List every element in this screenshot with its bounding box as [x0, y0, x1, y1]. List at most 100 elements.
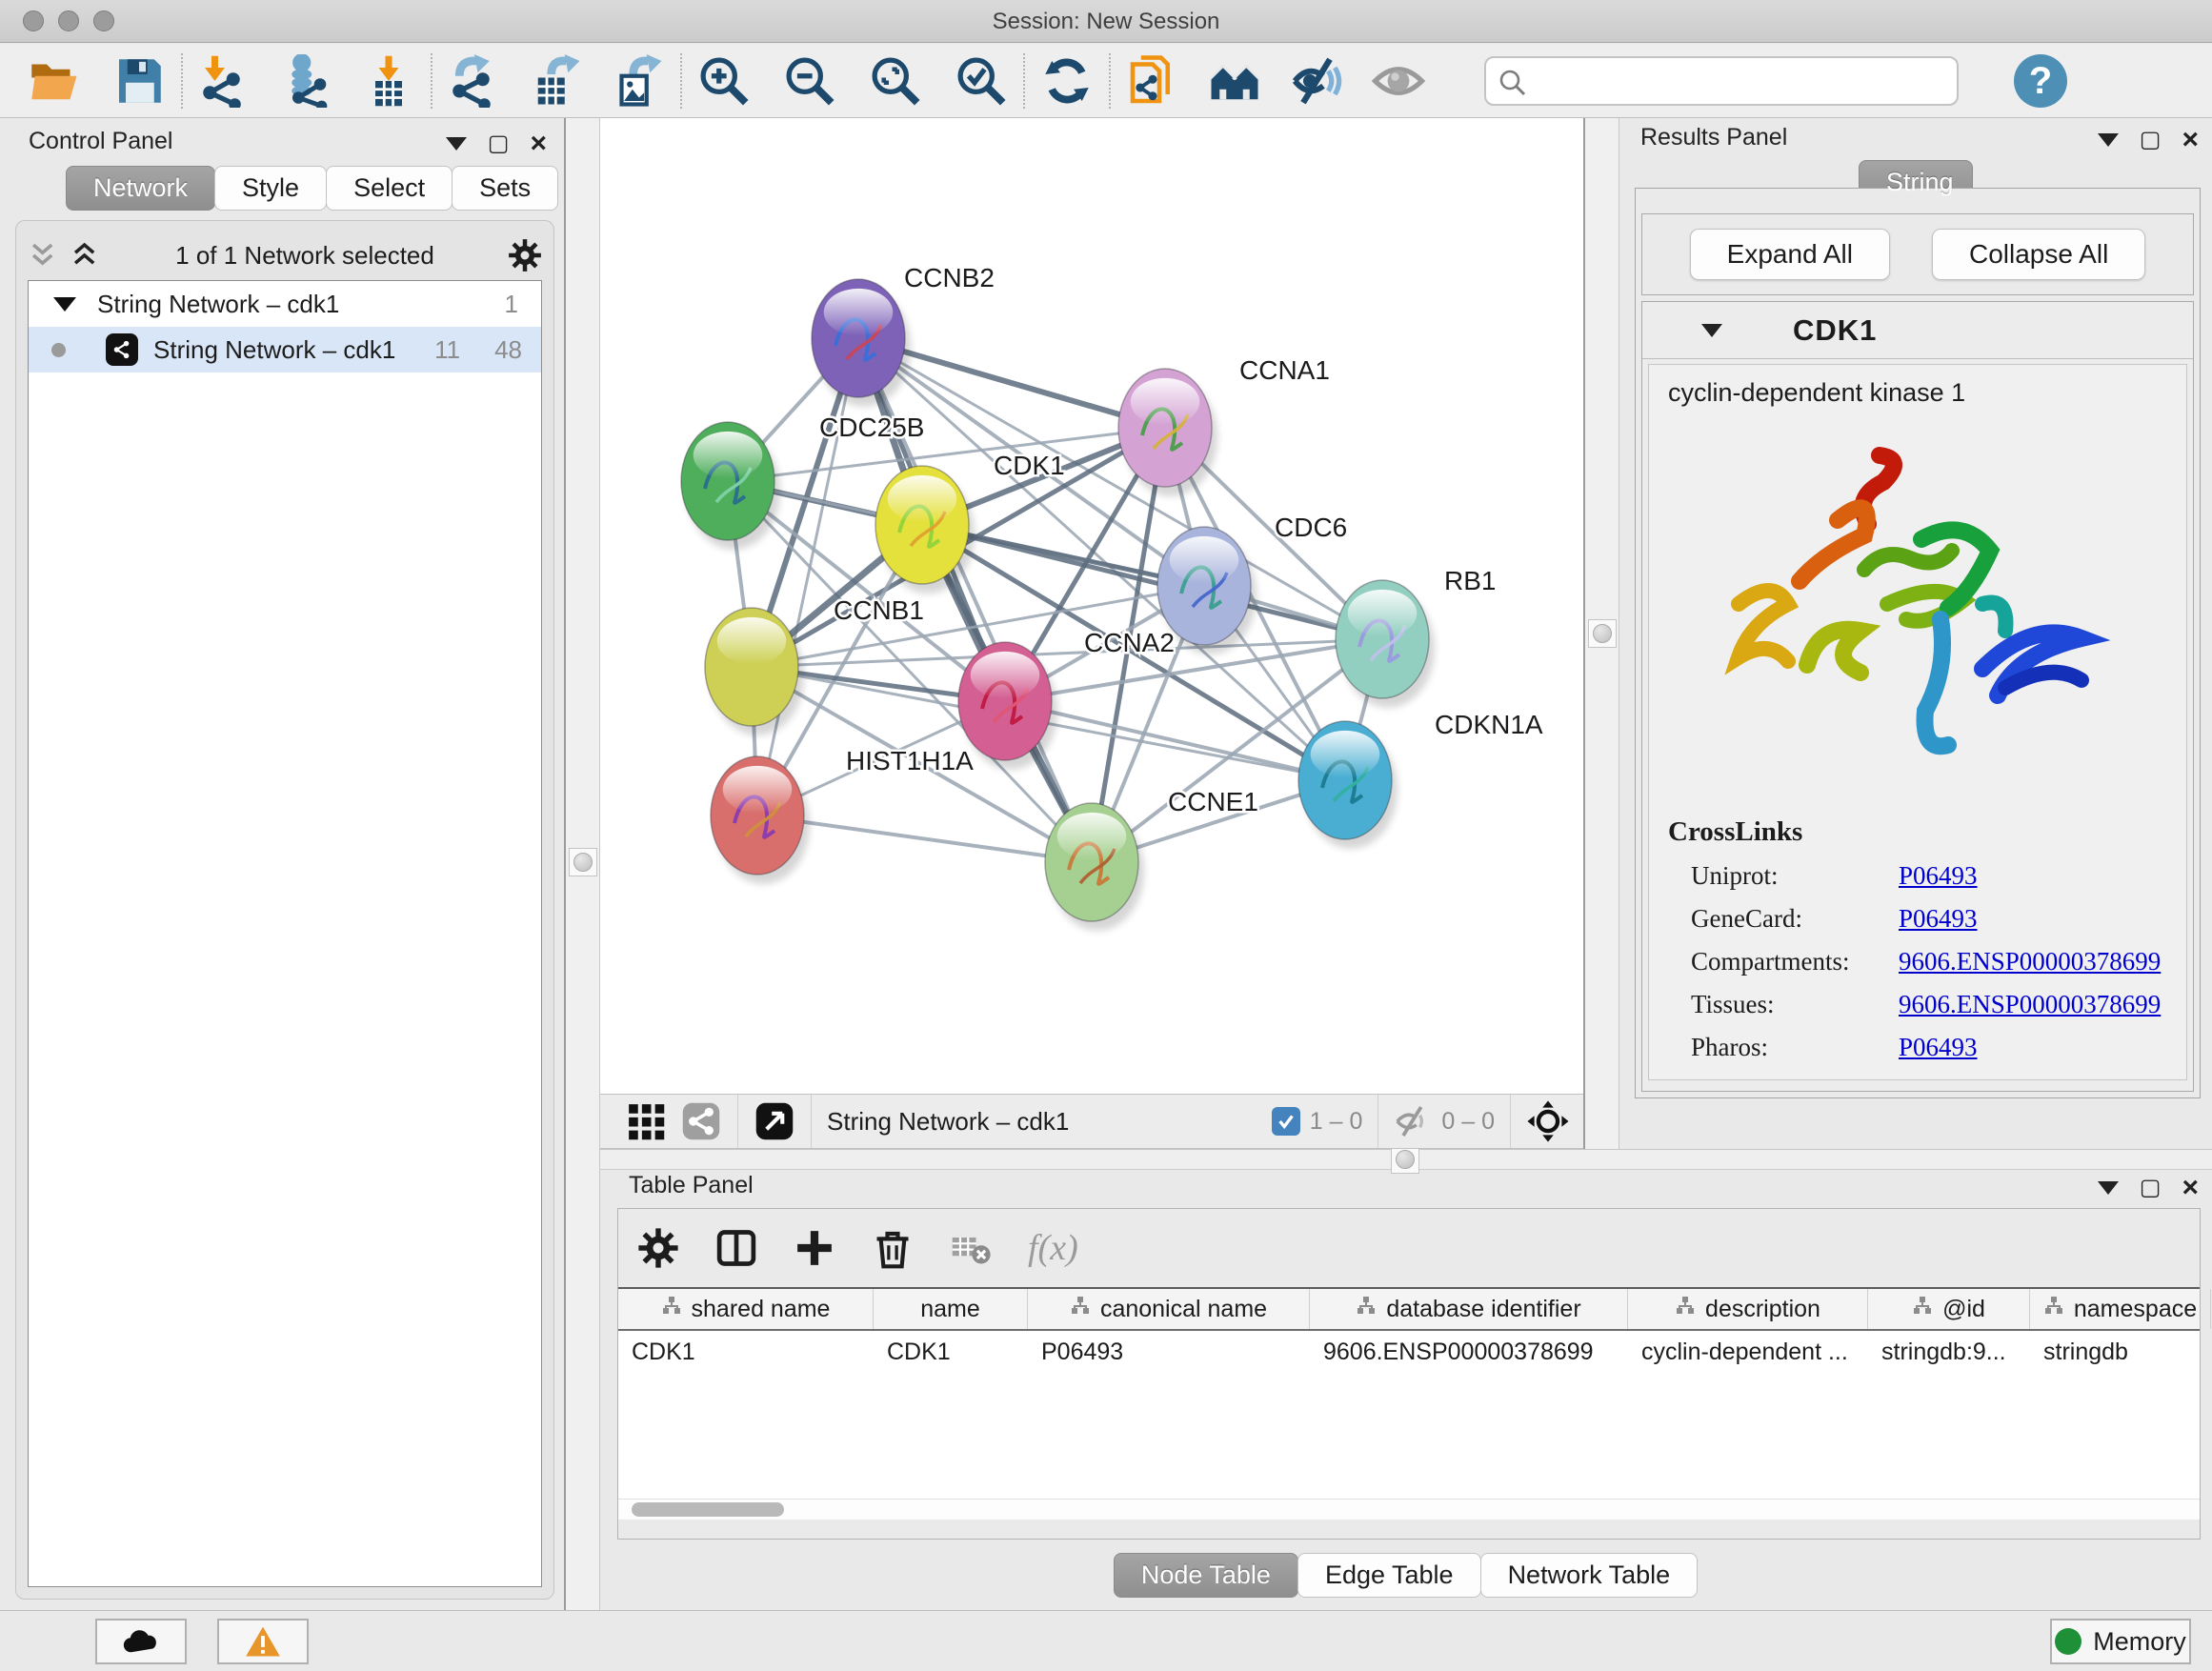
crosslink-link[interactable]: P06493: [1899, 904, 1978, 934]
column-label: name: [920, 1296, 980, 1323]
table-cell[interactable]: cyclin-dependent ...: [1628, 1331, 1868, 1373]
table-row[interactable]: CDK1CDK1P064939606.ENSP00000378699cyclin…: [618, 1331, 2200, 1373]
crosslink-link[interactable]: P06493: [1899, 861, 1978, 891]
float-panel-icon[interactable]: ▢: [488, 130, 510, 158]
tab-select[interactable]: Select: [326, 166, 452, 211]
left-splitter[interactable]: [564, 118, 600, 1610]
column-header-namespace[interactable]: namespace: [2030, 1289, 2211, 1329]
table-hscrollbar[interactable]: [618, 1499, 2200, 1520]
table-cell[interactable]: P06493: [1028, 1331, 1310, 1373]
network-tab-content: 1 of 1 Network selected String Network –…: [15, 220, 554, 1600]
panel-menu-icon[interactable]: [446, 137, 467, 151]
column-header-shared-name[interactable]: shared name: [618, 1289, 874, 1329]
expand-all-button[interactable]: Expand All: [1690, 229, 1890, 280]
network-badge-icon[interactable]: [680, 1100, 722, 1142]
export-image-icon[interactable]: [610, 52, 667, 110]
tab-network-table[interactable]: Network Table: [1480, 1553, 1699, 1598]
network-collection-row[interactable]: String Network – cdk1 1: [29, 281, 541, 327]
crosslink-label: Uniprot:: [1691, 861, 1899, 891]
table-cell[interactable]: stringdb:9...: [1868, 1331, 2030, 1373]
float-panel-icon[interactable]: ▢: [2140, 126, 2162, 154]
column-label: canonical name: [1100, 1296, 1267, 1323]
crosslink-link[interactable]: 9606.ENSP00000378699: [1899, 990, 2161, 1019]
column-header-name[interactable]: name: [874, 1289, 1028, 1329]
tab-sets[interactable]: Sets: [452, 166, 558, 211]
zoom-selected-icon[interactable]: [953, 52, 1010, 110]
table-header: shared name name canonical name database id…: [618, 1289, 2200, 1331]
delete-column-icon[interactable]: [872, 1227, 914, 1269]
window-title: Session: New Session: [0, 0, 2212, 43]
table-cell[interactable]: 9606.ENSP00000378699: [1310, 1331, 1628, 1373]
tab-style[interactable]: Style: [214, 166, 327, 211]
hide-panels-icon[interactable]: [1288, 52, 1345, 110]
column-header-database-identifier[interactable]: database identifier: [1310, 1289, 1628, 1329]
memory-label: Memory: [2093, 1627, 2186, 1657]
export-table-icon[interactable]: [528, 52, 585, 110]
birdseye-crosshair-icon[interactable]: [1526, 1099, 1570, 1143]
import-network-file-icon[interactable]: [196, 52, 253, 110]
crosslinks-list: Uniprot:P06493GeneCard:P06493Compartment…: [1668, 861, 2167, 1062]
close-panel-icon[interactable]: ×: [2182, 1174, 2199, 1202]
zoom-fit-icon[interactable]: [867, 52, 924, 110]
column-header-@id[interactable]: @id: [1868, 1289, 2030, 1329]
table-cell[interactable]: CDK1: [874, 1331, 1028, 1373]
panel-menu-icon[interactable]: [2098, 133, 2119, 147]
float-panel-icon[interactable]: ▢: [2140, 1174, 2162, 1202]
refresh-icon[interactable]: [1038, 52, 1096, 110]
export-network-icon[interactable]: [446, 52, 503, 110]
control-panel-title: Control Panel: [29, 128, 172, 155]
tab-edge-table[interactable]: Edge Table: [1297, 1553, 1481, 1598]
memory-button[interactable]: Memory: [2050, 1619, 2191, 1664]
share-file-icon[interactable]: [1124, 52, 1181, 110]
collapse-entry-icon[interactable]: [1701, 324, 1722, 337]
column-label: database identifier: [1386, 1296, 1580, 1323]
show-panels-icon[interactable]: [1370, 52, 1427, 110]
network-options-gear-icon[interactable]: [508, 238, 542, 272]
warning-status-button[interactable]: [217, 1619, 309, 1664]
import-table-icon[interactable]: [360, 52, 417, 110]
table-cell[interactable]: stringdb: [2030, 1331, 2211, 1373]
search-input[interactable]: [1536, 58, 1945, 104]
column-type-icon: [1912, 1296, 1933, 1323]
cloud-status-button[interactable]: [95, 1619, 187, 1664]
grid-view-icon[interactable]: [625, 1100, 667, 1142]
hidden-count: 0 – 0: [1441, 1108, 1495, 1136]
table-panel: Table Panel ▢ × f(x) shared namenamecano…: [600, 1170, 2212, 1610]
collapse-all-icon[interactable]: [28, 241, 60, 270]
tab-network[interactable]: Network: [66, 166, 215, 211]
tab-node-table[interactable]: Node Table: [1114, 1553, 1298, 1598]
tree-expand-icon[interactable]: [53, 297, 76, 312]
home-network-icon[interactable]: [1206, 52, 1263, 110]
table-options-gear-icon[interactable]: [637, 1227, 679, 1269]
crosslink-label: Pharos:: [1691, 1033, 1899, 1062]
column-header-canonical-name[interactable]: canonical name: [1028, 1289, 1310, 1329]
close-panel-icon[interactable]: ×: [530, 130, 547, 158]
import-network-database-icon[interactable]: [278, 52, 335, 110]
search-box: [1484, 56, 1959, 106]
show-columns-icon[interactable]: [715, 1227, 757, 1269]
selected-checkbox-icon[interactable]: [1272, 1107, 1300, 1136]
column-header-description[interactable]: description: [1628, 1289, 1868, 1329]
zoom-in-icon[interactable]: [695, 52, 753, 110]
open-in-window-icon[interactable]: [754, 1100, 795, 1142]
table-body: CDK1CDK1P064939606.ENSP00000378699cyclin…: [618, 1331, 2200, 1373]
right-splitter[interactable]: [1583, 118, 1619, 1149]
string-network-graph[interactable]: CCNB2CCNA1CDC25BCDK1CDC6RB1CCNB1CCNA2CDK…: [600, 118, 1583, 1094]
zoom-out-icon[interactable]: [781, 52, 838, 110]
table-panel-title: Table Panel: [629, 1172, 754, 1199]
network-row[interactable]: String Network – cdk1 11 48: [29, 327, 541, 372]
horizontal-splitter[interactable]: [600, 1149, 2212, 1170]
save-session-icon[interactable]: [111, 52, 168, 110]
network-canvas[interactable]: CCNB2CCNA1CDC25BCDK1CDC6RB1CCNB1CCNA2CDK…: [600, 118, 1583, 1094]
crosslink-link[interactable]: P06493: [1899, 1033, 1978, 1062]
add-column-icon[interactable]: [794, 1227, 835, 1269]
close-panel-icon[interactable]: ×: [2182, 126, 2199, 154]
collapse-all-button[interactable]: Collapse All: [1932, 229, 2145, 280]
network-list: String Network – cdk1 1 String Network –…: [28, 280, 542, 1587]
help-icon[interactable]: ?: [2014, 54, 2067, 108]
open-session-icon[interactable]: [25, 52, 82, 110]
table-cell[interactable]: CDK1: [618, 1331, 874, 1373]
panel-menu-icon[interactable]: [2098, 1181, 2119, 1195]
crosslink-link[interactable]: 9606.ENSP00000378699: [1899, 947, 2161, 976]
expand-all-icon[interactable]: [70, 241, 102, 270]
